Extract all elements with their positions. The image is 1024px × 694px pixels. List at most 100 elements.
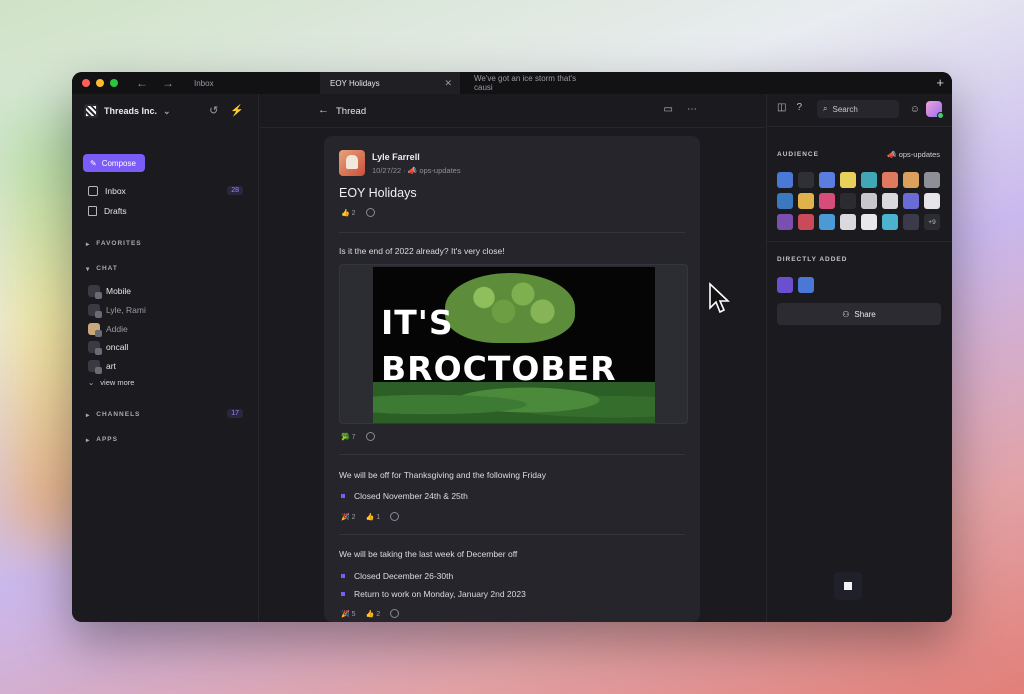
list-item: Closed November 24th & 25th: [341, 491, 468, 501]
chevron-right-icon: ▸: [86, 412, 91, 419]
chevron-right-icon: ▸: [86, 437, 91, 444]
group-avatar-icon: [88, 304, 102, 318]
section-apps[interactable]: ▸ APPS: [86, 436, 118, 444]
sidebar: Threads Inc. ⌄ ↺ ⚡ ✎ Compose Inbox 28 Dr…: [72, 94, 259, 622]
minimize-window-button[interactable]: [96, 79, 104, 87]
comment-icon[interactable]: ▭: [664, 104, 673, 115]
user-avatar[interactable]: [777, 277, 793, 293]
add-reaction-icon[interactable]: [390, 609, 400, 618]
section-chat[interactable]: ▾ CHAT: [86, 265, 118, 273]
thread-header: ← Thread ▭ ⋯: [260, 94, 765, 128]
user-avatar[interactable]: [819, 193, 835, 209]
close-tab-icon[interactable]: ✕: [444, 78, 452, 89]
user-avatar[interactable]: [924, 172, 940, 188]
reaction-bar: 🎉 2 👍 1: [341, 512, 400, 521]
mouse-cursor-icon: [709, 282, 730, 314]
user-avatar[interactable]: [903, 214, 919, 230]
user-avatar[interactable]: [861, 214, 877, 230]
user-avatar[interactable]: [840, 172, 856, 188]
share-button[interactable]: ⚇ Share: [777, 303, 941, 325]
chat-item-addie[interactable]: Addie: [88, 323, 128, 337]
current-user-avatar[interactable]: [926, 101, 944, 119]
smiley-icon[interactable]: ☺: [910, 104, 920, 115]
user-avatar[interactable]: [861, 193, 877, 209]
divider: [339, 232, 685, 233]
audience-channel[interactable]: 📣 ops-updates: [887, 150, 940, 159]
org-logo-icon: [84, 104, 98, 118]
chat-item-oncall[interactable]: oncall: [88, 341, 128, 355]
history-icon[interactable]: ↺: [209, 104, 218, 117]
tab-inbox[interactable]: Inbox: [184, 72, 320, 94]
add-reaction-icon[interactable]: [365, 432, 375, 441]
search-input[interactable]: ⌕ Search: [817, 100, 899, 118]
tab-ice-storm[interactable]: We've got an ice storm that's causi: [464, 72, 604, 94]
user-avatar[interactable]: [798, 193, 814, 209]
tab-bar: ← → Inbox EOY Holidays ✕ We've got an ic…: [72, 72, 952, 94]
post-channel[interactable]: ops-updates: [419, 166, 460, 175]
chat-item-art[interactable]: art: [88, 360, 116, 374]
sidebar-item-drafts[interactable]: Drafts: [88, 206, 127, 216]
compose-icon: ✎: [90, 158, 97, 168]
user-avatar[interactable]: [798, 172, 814, 188]
user-avatar[interactable]: [903, 193, 919, 209]
reaction-bar: 🥦 7: [341, 432, 375, 441]
user-avatar[interactable]: [798, 214, 814, 230]
party-reaction[interactable]: 🎉 2: [341, 513, 356, 521]
new-tab-icon[interactable]: +: [936, 75, 944, 90]
user-avatar[interactable]: [882, 214, 898, 230]
back-arrow-icon[interactable]: ←: [136, 76, 148, 90]
add-reaction-icon[interactable]: [365, 208, 375, 217]
forward-arrow-icon[interactable]: →: [162, 76, 174, 90]
author-name[interactable]: Lyle Farrell: [372, 152, 420, 162]
help-icon[interactable]: ?: [796, 102, 802, 113]
post-date: 10/27/22: [372, 166, 402, 175]
gif-attachment[interactable]: IT'S BROCTOBER: [339, 264, 688, 424]
sidebar-toggle-icon[interactable]: ◫: [777, 102, 786, 113]
user-avatar[interactable]: [777, 172, 793, 188]
stop-recording-button[interactable]: [834, 572, 862, 600]
add-reaction-icon[interactable]: [390, 512, 400, 521]
user-avatar[interactable]: [903, 172, 919, 188]
user-avatar[interactable]: [882, 193, 898, 209]
lightning-icon[interactable]: ⚡: [230, 104, 244, 117]
more-options-icon[interactable]: ⋯: [687, 104, 697, 115]
view-more-link[interactable]: ⌄ view more: [88, 378, 134, 387]
user-avatar[interactable]: [819, 172, 835, 188]
user-avatar[interactable]: [777, 214, 793, 230]
user-avatar[interactable]: [840, 193, 856, 209]
message-text: Is it the end of 2022 already? It's very…: [339, 246, 505, 256]
share-label: Share: [854, 309, 876, 319]
inbox-count-badge: 28: [227, 186, 243, 195]
user-avatar[interactable]: [924, 193, 940, 209]
org-switcher[interactable]: Threads Inc. ⌄: [84, 104, 171, 118]
tab-eoy-holidays[interactable]: EOY Holidays ✕: [320, 72, 460, 94]
chat-item-lyle-rami[interactable]: Lyle, Rami: [88, 304, 146, 318]
reaction-bar: 🎉 5 👍 2: [341, 609, 400, 618]
broccoli-reaction[interactable]: 🥦 7: [341, 433, 356, 441]
section-favorites[interactable]: ▸ FAVORITES: [86, 240, 142, 248]
user-avatar[interactable]: [840, 214, 856, 230]
divider: [767, 126, 952, 127]
bullet-icon: [341, 574, 345, 578]
thumbs-up-reaction[interactable]: 👍 1: [366, 513, 381, 521]
user-avatar[interactable]: [861, 172, 877, 188]
sidebar-item-inbox[interactable]: Inbox: [88, 186, 126, 196]
user-avatar[interactable]: [777, 193, 793, 209]
thumbs-up-reaction[interactable]: 👍 2: [366, 610, 381, 618]
party-reaction[interactable]: 🎉 5: [341, 610, 356, 618]
back-arrow-icon[interactable]: ←: [318, 104, 329, 116]
section-channels[interactable]: ▸ CHANNELS: [86, 411, 140, 419]
compose-button[interactable]: ✎ Compose: [83, 154, 145, 172]
user-avatar[interactable]: [882, 172, 898, 188]
chat-item-mobile[interactable]: Mobile: [88, 285, 131, 299]
chevron-down-icon: ⌄: [88, 378, 95, 387]
thumbs-up-reaction[interactable]: 👍 2: [341, 209, 356, 217]
chevron-right-icon: ▸: [86, 241, 91, 248]
user-avatar[interactable]: [798, 277, 814, 293]
close-window-button[interactable]: [82, 79, 90, 87]
more-members-badge[interactable]: +9: [924, 214, 940, 230]
post-title: EOY Holidays: [339, 186, 417, 200]
zoom-window-button[interactable]: [110, 79, 118, 87]
user-avatar[interactable]: [819, 214, 835, 230]
gif-caption-line-2: BROCTOBER: [381, 349, 617, 388]
